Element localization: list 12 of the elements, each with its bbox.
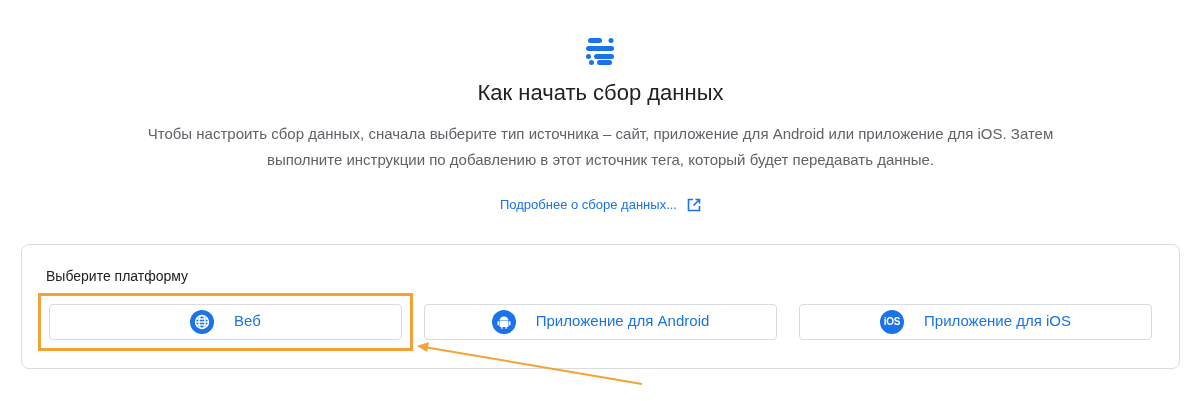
description-text: Чтобы настроить сбор данных, сначала выберите тип источника – сайт, приложение для Android или приложение для iOS. Затем выполните инструкции по добавлению в этот источник тега, который будет передавать данные. <box>146 124 1055 170</box>
learn-more-link[interactable]: Подробнее о сборе данных... <box>500 195 701 215</box>
android-icon <box>491 309 516 334</box>
external-link-icon <box>687 197 701 212</box>
platform-button[interactable]: Веб <box>49 303 402 340</box>
platform-button[interactable]: iOS Приложение для iOS <box>799 303 1152 340</box>
platform-button[interactable]: Приложение для Android <box>424 303 777 340</box>
ios-icon: iOS <box>880 309 904 334</box>
globe-icon <box>190 309 215 334</box>
platform-label: Выберите платформу <box>46 266 190 285</box>
data-collection-icon <box>585 37 616 65</box>
page-title: Как начать сбор данных <box>477 79 724 107</box>
